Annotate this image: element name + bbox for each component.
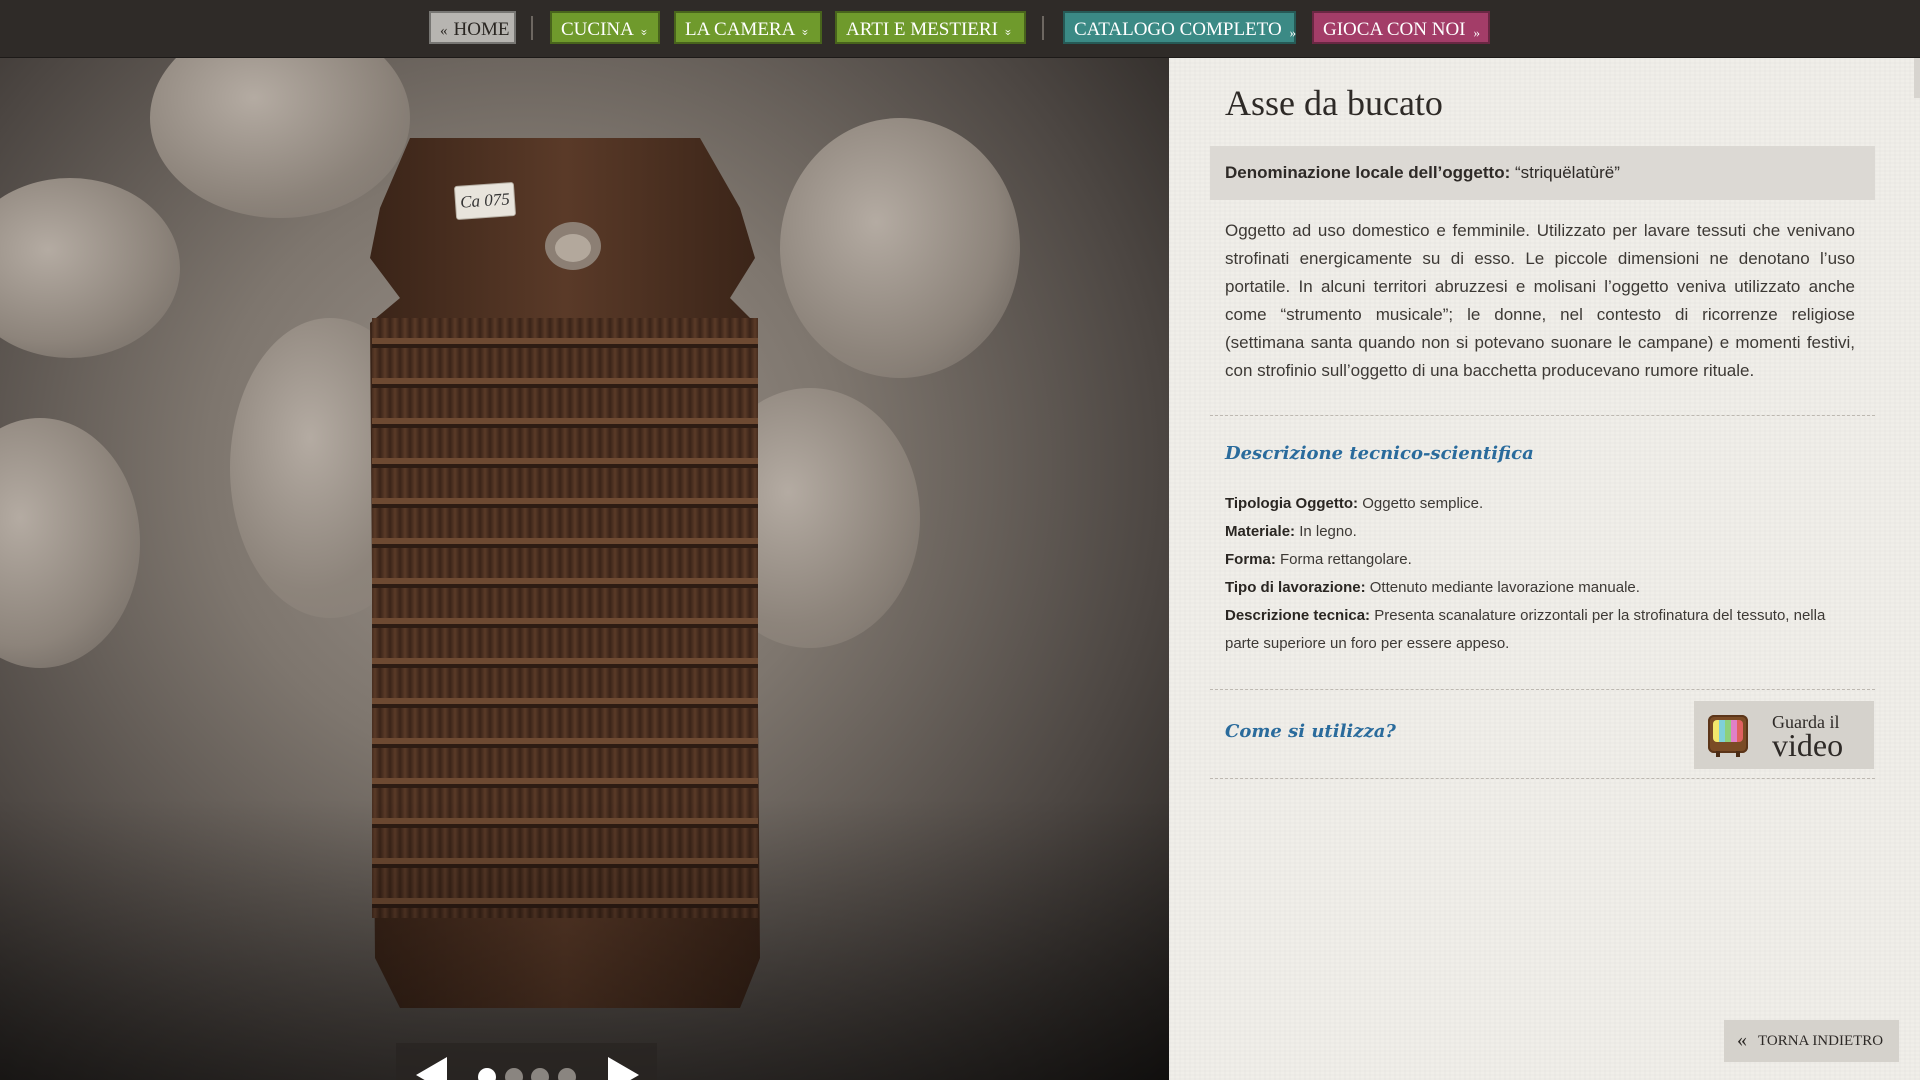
spec-item: Materiale: In legno. — [1225, 518, 1855, 546]
spec-label: Tipo di lavorazione: — [1225, 579, 1366, 596]
usage-heading: Come si utilizza? — [1225, 721, 1396, 742]
page-title: Asse da bucato — [1225, 83, 1443, 123]
slide-dot-2[interactable] — [505, 1068, 523, 1080]
spec-label: Descrizione tecnica: — [1225, 607, 1371, 624]
nav-catalogo-label: CATALOGO COMPLETO — [1074, 19, 1282, 40]
spec-value: In legno. — [1299, 523, 1357, 540]
chevron-down-icon: » — [799, 29, 815, 36]
nav-separator — [1042, 16, 1044, 40]
tv-icon — [1708, 715, 1748, 757]
nav-home-label: HOME — [453, 19, 510, 40]
local-name-label: Denominazione locale dell’oggetto: — [1225, 163, 1511, 182]
inventory-tag: Ca 075 — [453, 181, 517, 221]
photo-vignette — [0, 798, 1169, 1080]
double-chevron-right-icon: » — [1289, 25, 1297, 40]
tech-description-heading: Descrizione tecnico-scientifica — [1225, 443, 1534, 464]
spec-item: Tipologia Oggetto: Oggetto semplice. — [1225, 490, 1855, 518]
slide-dot-3[interactable] — [531, 1068, 549, 1080]
divider — [1210, 415, 1875, 416]
back-button-label: TORNA INDIETRO — [1758, 1033, 1884, 1049]
spec-label: Materiale: — [1225, 523, 1296, 540]
nav-catalogo-button[interactable]: CATALOGO COMPLETO » — [1063, 11, 1296, 44]
watch-video-button[interactable]: Guarda il video — [1694, 701, 1874, 769]
tv-leg — [1736, 751, 1740, 757]
double-chevron-right-icon: » — [1473, 25, 1481, 40]
next-arrow-icon[interactable] — [608, 1057, 639, 1080]
tech-specs-list: Tipologia Oggetto: Oggetto semplice. Mat… — [1225, 490, 1855, 658]
nav-gioca-button[interactable]: GIOCA CON NOI » — [1312, 11, 1490, 44]
chevron-down-icon: » — [637, 29, 653, 36]
spec-value: Oggetto semplice. — [1362, 495, 1484, 512]
double-chevron-left-icon: « — [1737, 1029, 1747, 1051]
divider — [1210, 778, 1875, 779]
video-button-line2: video — [1772, 727, 1844, 763]
local-name-box: Denominazione locale dell’oggetto: “stri… — [1210, 146, 1875, 200]
top-navigation-bar: «HOME CUCINA» LA CAMERA» ARTI E MESTIERI… — [0, 0, 1920, 58]
spec-value: Forma rettangolare. — [1280, 551, 1412, 568]
nav-separator — [531, 16, 533, 40]
object-photo-slider: Ca 075 — [0, 58, 1169, 1080]
slider-controls — [396, 1043, 657, 1080]
object-description: Oggetto ad uso domestico e femminile. Ut… — [1225, 221, 1855, 380]
nav-cucina-label: CUCINA — [561, 19, 634, 40]
nav-home-button[interactable]: « HOME — [429, 11, 516, 44]
main-menu: «HOME CUCINA» LA CAMERA» ARTI E MESTIERI… — [0, 11, 1920, 47]
nav-camera-button[interactable]: LA CAMERA» — [674, 11, 822, 44]
nav-gioca-label: GIOCA CON NOI — [1323, 19, 1466, 40]
nav-arti-label: ARTI E MESTIERI — [846, 19, 998, 40]
prev-arrow-icon[interactable] — [416, 1057, 447, 1080]
tv-leg — [1716, 751, 1720, 757]
nav-camera-label: LA CAMERA — [685, 19, 796, 40]
spec-label: Forma: — [1225, 551, 1276, 568]
nav-arti-mestieri-button[interactable]: ARTI E MESTIERI» — [835, 11, 1026, 44]
object-detail-panel: Asse da bucato Denominazione locale dell… — [1169, 58, 1920, 1080]
spec-item: Tipo di lavorazione: Ottenuto mediante l… — [1225, 574, 1855, 602]
chevron-down-icon: » — [1001, 29, 1017, 36]
slide-dot-4[interactable] — [558, 1068, 576, 1080]
local-name-value: “striquëlatùrë” — [1514, 163, 1620, 182]
double-chevron-left-icon: « — [440, 23, 448, 39]
spec-value: Ottenuto mediante lavorazione manuale. — [1369, 579, 1640, 596]
scrollbar[interactable] — [1914, 58, 1920, 98]
back-button[interactable]: « TORNA INDIETRO — [1724, 1020, 1899, 1062]
tv-screen — [1713, 720, 1743, 742]
spec-label: Tipologia Oggetto: — [1225, 495, 1359, 512]
spec-item: Descrizione tecnica: Presenta scanalatur… — [1225, 602, 1855, 658]
divider — [1210, 689, 1875, 690]
slide-dot-1[interactable] — [478, 1068, 496, 1080]
nav-cucina-button[interactable]: CUCINA» — [550, 11, 660, 44]
spec-item: Forma: Forma rettangolare. — [1225, 546, 1855, 574]
